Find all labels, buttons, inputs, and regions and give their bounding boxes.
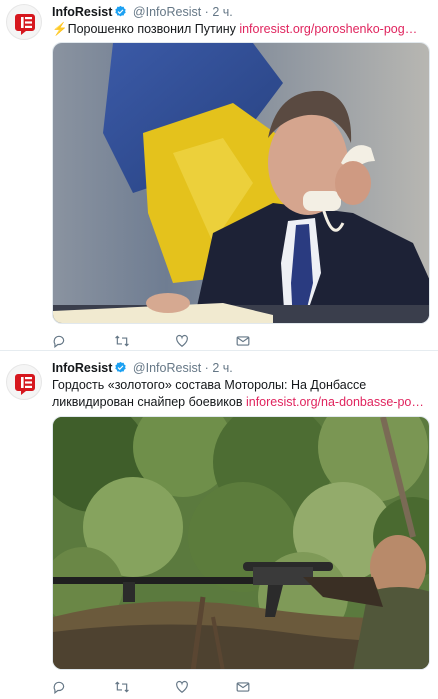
author-name[interactable]: InfoResist xyxy=(52,361,112,375)
tweet-actions xyxy=(52,334,272,350)
sniper-in-bushes-photo xyxy=(53,417,429,669)
avatar[interactable] xyxy=(6,364,42,400)
tweet-image[interactable] xyxy=(52,42,430,324)
tweet-image[interactable] xyxy=(52,416,430,670)
tweet-link[interactable]: inforesist.org/na-donbasse-po… xyxy=(246,395,424,409)
direct-message-icon[interactable] xyxy=(236,680,252,696)
direct-message-icon[interactable] xyxy=(236,334,252,350)
reply-icon[interactable] xyxy=(52,680,68,696)
author-handle[interactable]: @InfoResist xyxy=(133,5,201,19)
timestamp[interactable]: 2 ч. xyxy=(212,5,232,19)
retweet-icon[interactable] xyxy=(114,680,130,696)
separator: · xyxy=(201,5,213,19)
timestamp[interactable]: 2 ч. xyxy=(212,361,232,375)
like-icon[interactable] xyxy=(175,680,191,696)
like-icon[interactable] xyxy=(175,334,191,350)
inforesist-logo-icon xyxy=(15,14,35,35)
author-handle[interactable]: @InfoResist xyxy=(133,361,201,375)
inforesist-logo-icon xyxy=(15,374,35,395)
tweet-body: Порошенко позвонил Путину xyxy=(67,22,240,36)
tweet-link[interactable]: inforesist.org/poroshenko-pog… xyxy=(239,22,417,36)
author-name[interactable]: InfoResist xyxy=(52,5,112,19)
tweet[interactable]: InfoResist @InfoResist · 2 ч. ⚡Порошенко… xyxy=(0,0,438,351)
reply-icon[interactable] xyxy=(52,334,68,350)
avatar[interactable] xyxy=(6,4,42,40)
tweet-text: ⚡Порошенко позвонил Путину inforesist.or… xyxy=(52,21,428,38)
separator: · xyxy=(201,361,213,375)
tweet-actions xyxy=(52,680,272,696)
man-on-telephone-photo xyxy=(53,43,429,323)
retweet-icon[interactable] xyxy=(114,334,130,350)
tweet-text: Гордость «золотого» состава Моторолы: На… xyxy=(52,377,428,411)
lightning-emoji-icon: ⚡ xyxy=(52,22,68,36)
tweet[interactable]: InfoResist @InfoResist · 2 ч. Гордость «… xyxy=(0,351,438,699)
